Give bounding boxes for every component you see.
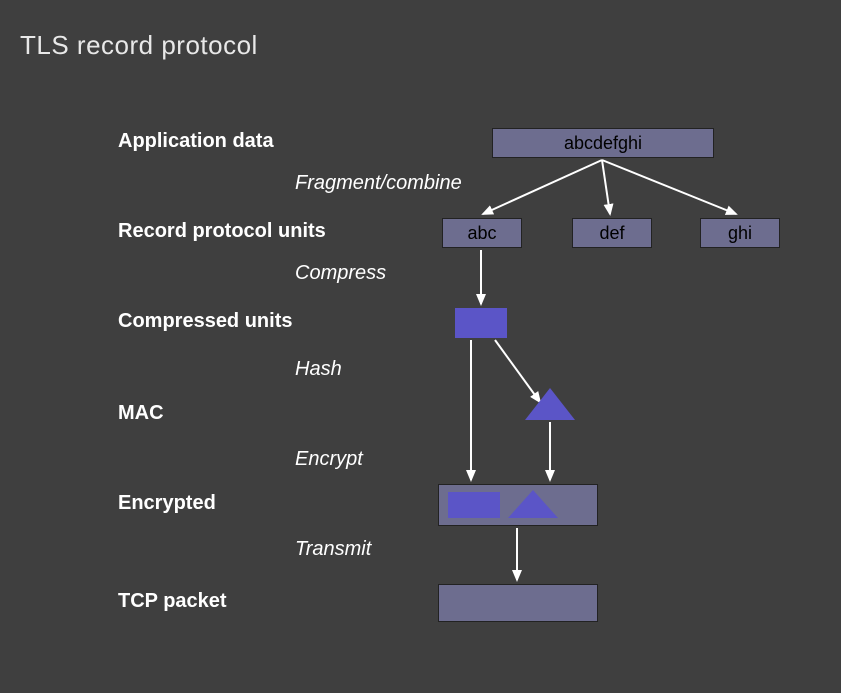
label-compressed-units: Compressed units [118,310,292,333]
page-title: TLS record protocol [20,30,258,61]
encrypted-inner-rect [448,492,500,518]
label-tcp-packet: TCP packet [118,590,227,613]
step-encrypt: Encrypt [295,448,363,471]
box-fragment-ghi: ghi [700,218,780,248]
box-tcp-packet [438,584,598,622]
mac-triangle-icon [525,388,575,420]
label-encrypted: Encrypted [118,492,216,515]
label-mac: MAC [118,402,164,425]
label-record-protocol-units: Record protocol units [118,220,326,243]
box-compressed [455,308,507,338]
step-transmit: Transmit [295,538,371,561]
step-compress: Compress [295,262,386,285]
box-fragment-abc: abc [442,218,522,248]
label-application-data: Application data [118,130,274,153]
step-fragment: Fragment/combine [295,172,462,195]
box-application-data: abcdefghi [492,128,714,158]
box-fragment-def: def [572,218,652,248]
step-hash: Hash [295,358,342,381]
